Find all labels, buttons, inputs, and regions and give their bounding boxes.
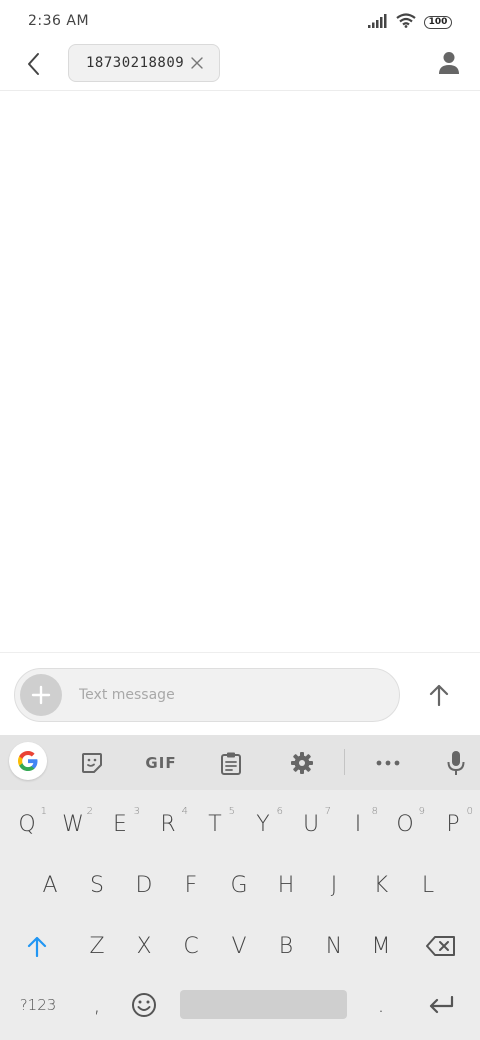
keyboard-toolbar: GIF (0, 735, 480, 790)
attach-button[interactable] (20, 674, 62, 716)
signal-icon (368, 13, 388, 32)
close-icon (191, 57, 203, 69)
battery-icon: 100 (424, 15, 452, 29)
plus-icon (31, 685, 51, 705)
shift-arrow-icon (27, 936, 47, 957)
key-o[interactable]: O9 (382, 796, 428, 852)
sticker-icon (82, 753, 102, 773)
key-q[interactable]: Q1 (4, 796, 50, 852)
enter-key[interactable] (418, 977, 464, 1033)
key-m[interactable]: M (358, 918, 404, 974)
voice-input-button[interactable] (436, 743, 476, 783)
key-g[interactable]: G (216, 857, 262, 913)
google-search-button[interactable] (9, 742, 47, 780)
keyboard-settings-button[interactable] (282, 743, 322, 783)
message-input-container (14, 668, 400, 722)
key-x[interactable]: X (121, 918, 167, 974)
key-h[interactable]: H (263, 857, 309, 913)
more-horizontal-icon (376, 760, 400, 766)
key-b[interactable]: B (263, 918, 309, 974)
recipient-number: 18730218809 (86, 55, 185, 71)
key-j[interactable]: J (311, 857, 357, 913)
recipient-chip[interactable]: 18730218809 (68, 44, 220, 82)
key-s[interactable]: S (74, 857, 120, 913)
status-time: 2:36 AM (28, 13, 90, 29)
symbols-key[interactable]: ?123 (12, 977, 64, 1033)
key-p[interactable]: P0 (430, 796, 476, 852)
wifi-icon (396, 12, 416, 32)
gear-icon (291, 752, 313, 774)
gif-button[interactable]: GIF (136, 743, 186, 783)
key-t[interactable]: T5 (192, 796, 238, 852)
key-y[interactable]: Y6 (240, 796, 286, 852)
microphone-icon (447, 751, 465, 775)
conversation-header: 18730218809 (0, 44, 480, 91)
status-bar: 2:36 AM 100 (0, 0, 480, 44)
key-c[interactable]: C (168, 918, 214, 974)
send-button[interactable] (420, 676, 458, 714)
composer (0, 652, 480, 736)
keyboard: Q1 W2 E3 R4 T5 Y6 U7 I8 O9 P0 A S D F G … (0, 790, 480, 1040)
more-options-button[interactable] (368, 743, 408, 783)
key-e[interactable]: E3 (97, 796, 143, 852)
key-u[interactable]: U7 (288, 796, 334, 852)
google-icon (18, 751, 38, 771)
key-k[interactable]: K (358, 857, 404, 913)
person-icon (439, 52, 459, 74)
key-i[interactable]: I8 (335, 796, 381, 852)
arrow-up-icon (429, 684, 449, 706)
shift-key[interactable] (14, 918, 60, 974)
key-l[interactable]: L (405, 857, 451, 913)
emoji-icon (132, 993, 156, 1017)
backspace-key[interactable] (418, 918, 464, 974)
key-a[interactable]: A (27, 857, 73, 913)
message-list[interactable] (0, 91, 480, 652)
clipboard-button[interactable] (211, 743, 251, 783)
clipboard-icon (221, 752, 241, 775)
add-contact-button[interactable] (434, 48, 464, 78)
period-key[interactable]: . (358, 977, 404, 1033)
key-v[interactable]: V (216, 918, 262, 974)
message-input[interactable] (79, 669, 379, 721)
backspace-icon (426, 936, 455, 956)
key-f[interactable]: F (168, 857, 214, 913)
back-arrow-icon (28, 53, 39, 75)
comma-key[interactable]: , (74, 977, 120, 1033)
remove-recipient-button[interactable] (189, 55, 205, 71)
spacebar-key[interactable] (180, 990, 347, 1019)
enter-arrow-icon (429, 996, 454, 1014)
emoji-key[interactable] (121, 977, 167, 1033)
status-icons: 100 (368, 12, 452, 32)
back-button[interactable] (18, 48, 50, 80)
key-n[interactable]: N (311, 918, 357, 974)
gif-label: GIF (145, 754, 177, 772)
sticker-button[interactable] (72, 743, 112, 783)
toolbar-divider (344, 749, 345, 775)
key-d[interactable]: D (121, 857, 167, 913)
key-w[interactable]: W2 (50, 796, 96, 852)
key-r[interactable]: R4 (145, 796, 191, 852)
key-z[interactable]: Z (74, 918, 120, 974)
